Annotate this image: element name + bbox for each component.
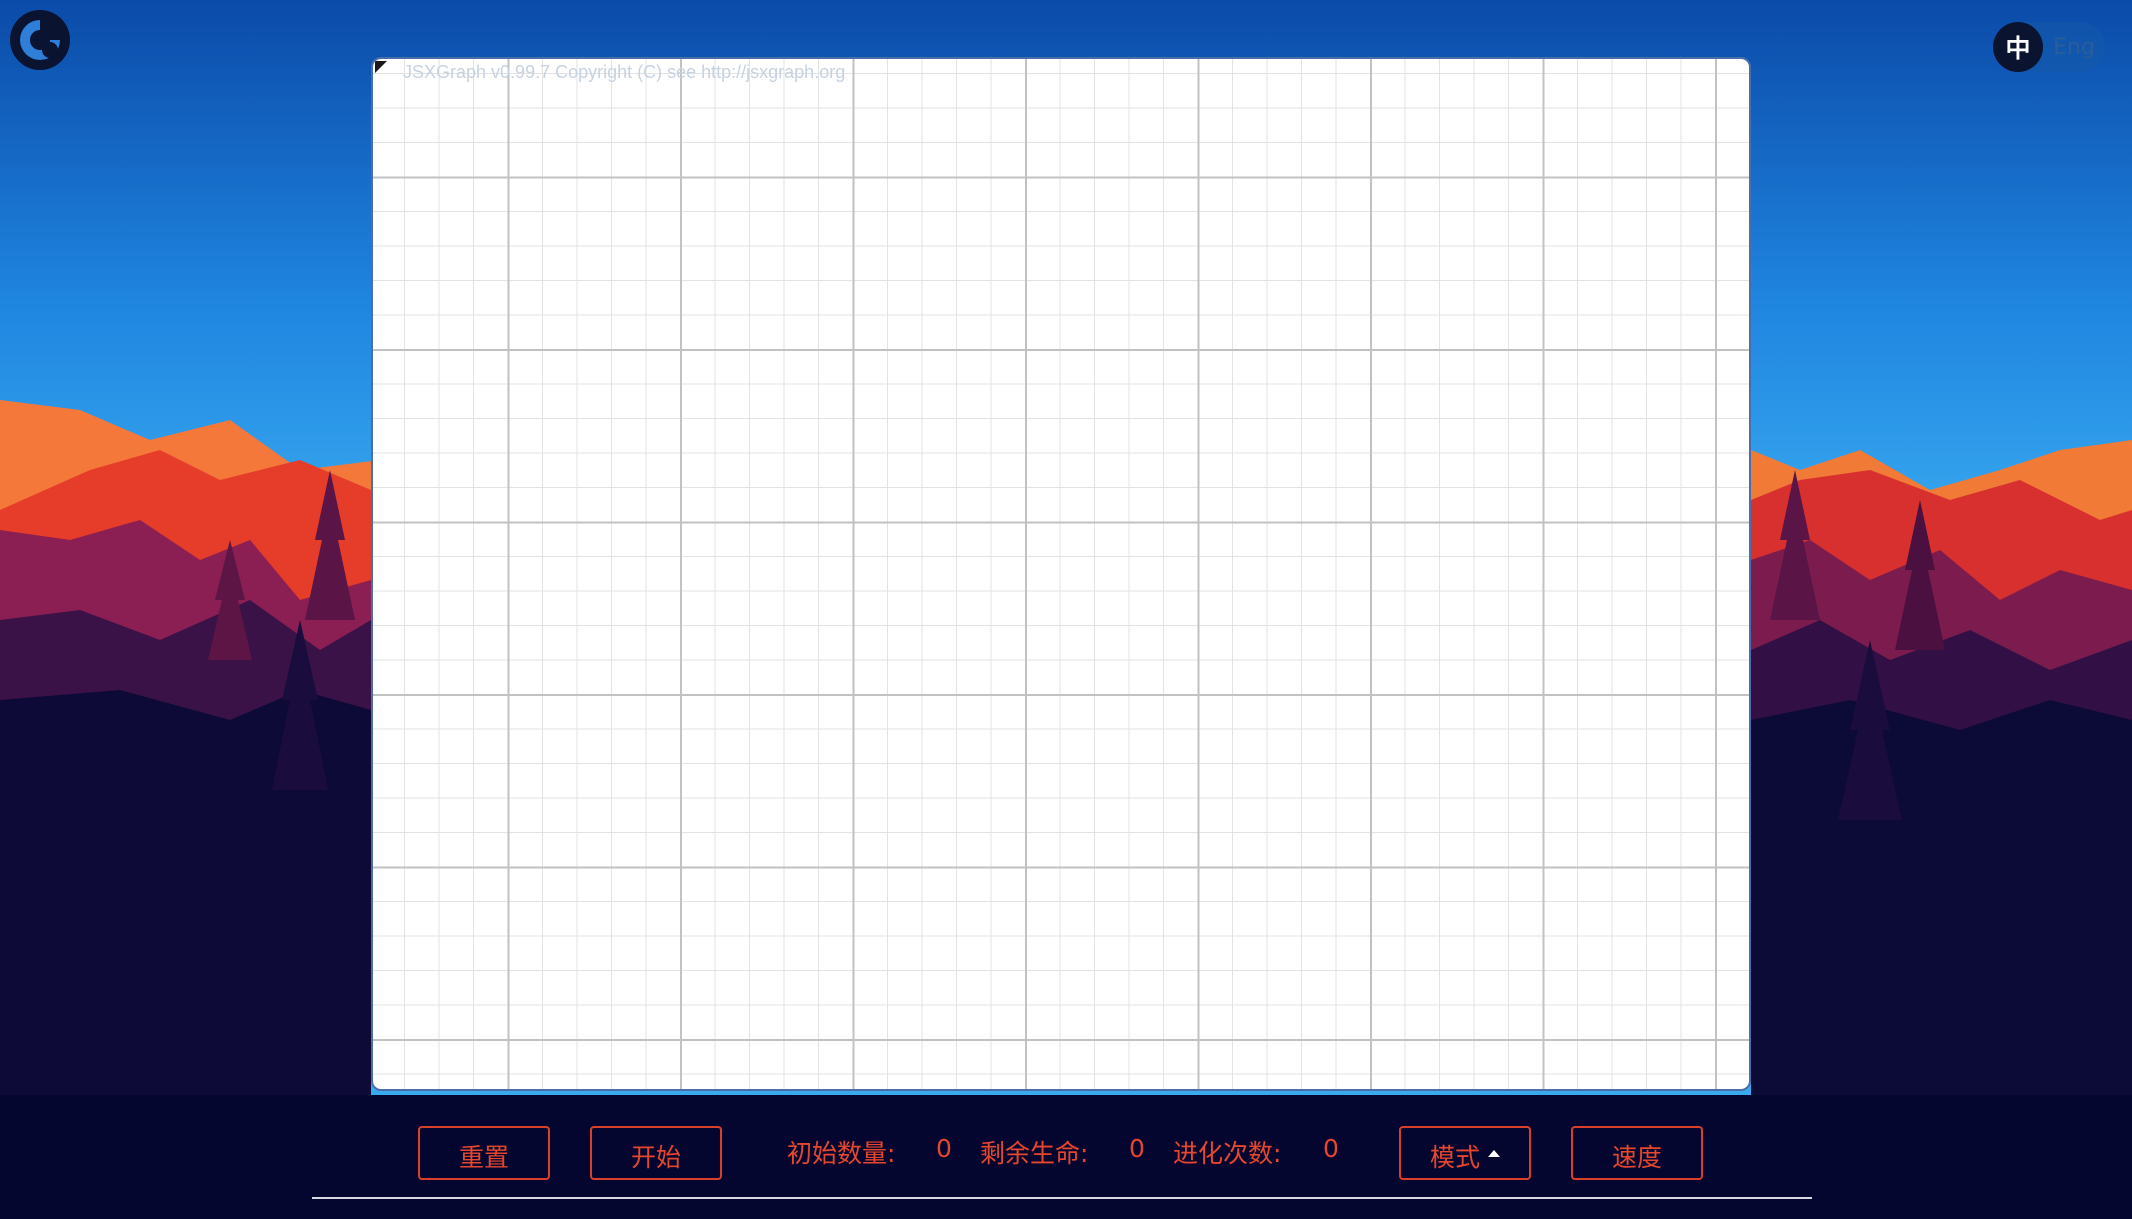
app-logo-icon[interactable] (6, 6, 74, 74)
initial-count-label: 初始数量: (787, 1139, 896, 1168)
start-button[interactable]: 开始 (590, 1126, 722, 1180)
caret-up-icon (1488, 1149, 1500, 1157)
remaining-life-value: 0 (1129, 1134, 1145, 1163)
language-english-option[interactable]: Eng (2045, 22, 2103, 72)
mode-label: 模式 (1429, 1143, 1480, 1172)
footer-divider (312, 1197, 1812, 1199)
evolution-count-label: 进化次数: (1173, 1139, 1282, 1168)
language-chinese-option[interactable]: 中 (1993, 22, 2043, 72)
speed-button[interactable]: 速度 (1571, 1126, 1703, 1180)
control-bar: 重置 开始 初始数量: 0 剩余生命: 0 进化次数: 0 模式 速度 (0, 1120, 2132, 1184)
mode-dropdown-button[interactable]: 模式 (1399, 1126, 1531, 1180)
reset-button[interactable]: 重置 (418, 1126, 550, 1180)
initial-count-value: 0 (936, 1134, 952, 1163)
language-toggle[interactable]: 中 Eng (1993, 22, 2105, 72)
board-navigation-icon (375, 61, 387, 73)
board-copyright-text: JSXGraph v0.99.7 Copyright (C) see http:… (403, 62, 846, 82)
remaining-life-label: 剩余生命: (980, 1139, 1089, 1168)
evolution-count-value: 0 (1323, 1134, 1339, 1163)
game-grid-board[interactable]: JSXGraph v0.99.7 Copyright (C) see http:… (371, 57, 1751, 1091)
